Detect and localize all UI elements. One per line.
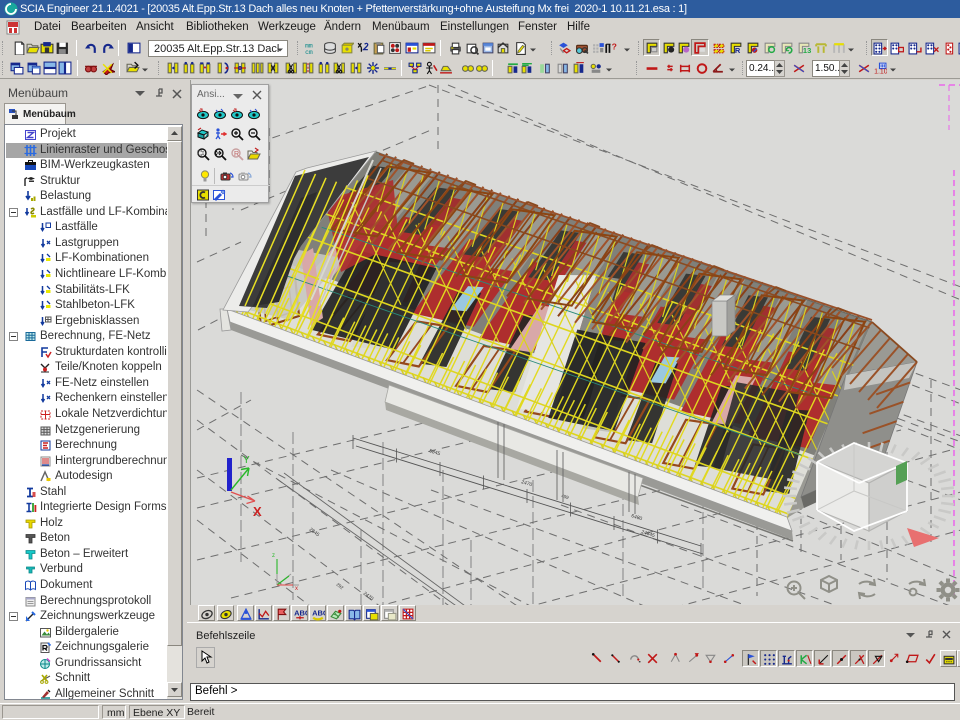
svg-text:13: 13	[803, 46, 811, 55]
svg-text:x: x	[295, 586, 298, 592]
svg-text:ABC: ABC	[312, 609, 325, 618]
svg-text:R: R	[234, 151, 239, 158]
svg-text:cm: cm	[305, 49, 313, 55]
svg-text:R: R	[735, 46, 741, 55]
svg-text:292: 292	[335, 582, 344, 591]
svg-text:2845: 2845	[308, 527, 321, 539]
svg-text:?: ?	[612, 42, 617, 52]
svg-text:2470: 2470	[520, 479, 533, 488]
svg-text:6480: 6480	[630, 513, 643, 522]
svg-text:2470: 2470	[362, 591, 375, 603]
svg-text:459: 459	[561, 493, 570, 500]
svg-text:X: X	[253, 504, 262, 519]
svg-text:24845: 24845	[640, 529, 655, 539]
svg-text:Y: Y	[243, 455, 250, 466]
svg-text:5845: 5845	[428, 448, 441, 457]
svg-text:z: z	[272, 553, 275, 559]
svg-text:1.10: 1.10	[874, 68, 887, 75]
